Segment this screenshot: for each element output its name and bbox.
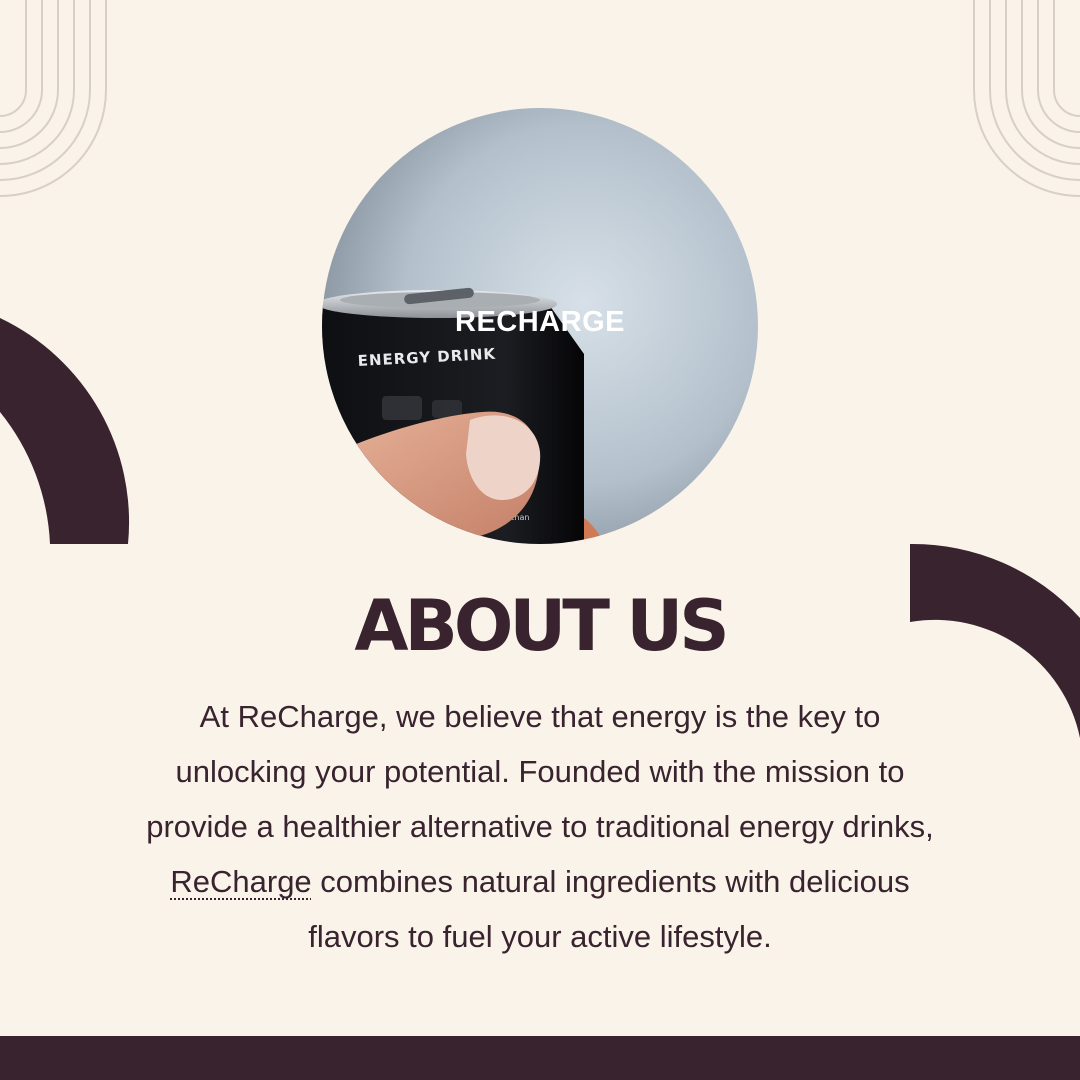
footer-bar — [0, 1036, 1080, 1080]
page-title: ABOUT US — [354, 585, 729, 667]
description-text-end: combines natural ingredients with delici… — [308, 864, 910, 954]
description-text-start: At ReCharge, we believe that energy is t… — [146, 699, 934, 844]
top-left-line-arcs — [0, 0, 107, 197]
brand-name: ReCharge — [170, 864, 312, 899]
left-quarter-ring — [0, 318, 130, 544]
photo-overlay-label: RECHARGE — [455, 306, 625, 338]
about-description: At ReCharge, we believe that energy is t… — [130, 689, 950, 964]
product-photo: ENERGY DRINK gnant more than RECHARGE — [322, 108, 758, 544]
top-right-line-arcs — [973, 0, 1080, 197]
